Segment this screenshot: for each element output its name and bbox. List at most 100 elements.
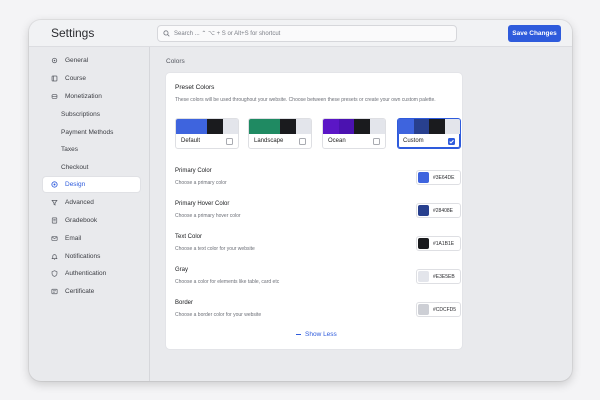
- preset-default[interactable]: Default: [175, 118, 239, 149]
- sidebar-item-notifications[interactable]: Notifications: [43, 249, 140, 264]
- sidebar-item-label: Advanced: [65, 199, 94, 206]
- sidebar-item-monetization[interactable]: Monetization: [43, 89, 140, 104]
- color-hex: #E3E5EB: [433, 273, 455, 280]
- primary-hover-color-picker[interactable]: #28408E: [416, 203, 461, 218]
- save-changes-button[interactable]: Save Changes: [508, 25, 561, 42]
- swatch: [191, 119, 207, 134]
- sidebar-item-label: Certificate: [65, 288, 95, 295]
- text-color-title: Text Color: [175, 234, 203, 240]
- primary-hover-color-title: Primary Hover Color: [175, 201, 230, 207]
- preset-name: Default: [181, 138, 201, 144]
- border-color-desc: Choose a border color for your website: [175, 312, 262, 318]
- border-color-picker[interactable]: #CDCFD5: [416, 302, 461, 317]
- sidebar: General Course Monetization Subscription…: [29, 47, 150, 381]
- palette-icon: [49, 181, 59, 188]
- gray-color-title: Gray: [175, 267, 189, 273]
- sidebar-item-label: Payment Methods: [61, 129, 114, 136]
- bell-icon: [49, 253, 59, 260]
- app-window: Settings Search ... ⌃ ⌥ + S or Alt+S for…: [29, 20, 572, 381]
- sidebar-item-certificate[interactable]: Certificate: [43, 284, 140, 299]
- swatch: [249, 119, 265, 134]
- sidebar-item-subscriptions[interactable]: Subscriptions: [43, 107, 140, 122]
- primary-color-picker[interactable]: #3E64DE: [416, 170, 461, 185]
- color-chip: [418, 172, 429, 183]
- swatch: [295, 119, 311, 134]
- sidebar-item-advanced[interactable]: Advanced: [43, 195, 140, 210]
- sidebar-item-label: Checkout: [61, 164, 89, 171]
- page-title: Settings: [51, 26, 95, 40]
- color-chip: [418, 238, 429, 249]
- gear-icon: [49, 57, 59, 64]
- swatch: [280, 119, 296, 134]
- swatch: [207, 119, 223, 134]
- swatch: [264, 119, 280, 134]
- preset-swatches: [249, 119, 311, 134]
- preset-custom[interactable]: Custom: [397, 118, 461, 149]
- sidebar-item-label: Gradebook: [65, 217, 98, 224]
- swatch: [369, 119, 385, 134]
- sidebar-item-label: Email: [65, 235, 82, 242]
- text-color-desc: Choose a text color for your website: [175, 246, 255, 252]
- sidebar-item-label: Subscriptions: [61, 111, 101, 118]
- filter-icon: [49, 199, 59, 206]
- sidebar-item-design[interactable]: Design: [43, 177, 140, 192]
- preset-checkbox-checked[interactable]: [448, 138, 455, 145]
- search-input[interactable]: Search ... ⌃ ⌥ + S or Alt+S for shortcut: [157, 25, 457, 42]
- preset-swatches: [176, 119, 238, 134]
- preset-landscape[interactable]: Landscape: [248, 118, 312, 149]
- preset-checkbox[interactable]: [226, 138, 233, 145]
- swatch: [176, 119, 192, 134]
- sidebar-item-label: Design: [65, 181, 86, 188]
- color-chip: [418, 271, 429, 282]
- swatch: [444, 119, 460, 134]
- text-color-picker[interactable]: #1A1B1E: [416, 236, 461, 251]
- primary-color-title: Primary Color: [175, 168, 212, 174]
- swatch: [338, 119, 354, 134]
- minus-icon: [296, 333, 301, 336]
- preset-colors-description: These colors will be used throughout you…: [175, 97, 436, 103]
- color-chip: [418, 205, 429, 216]
- sidebar-item-payment-methods[interactable]: Payment Methods: [43, 125, 140, 140]
- color-hex: #CDCFD5: [433, 306, 457, 313]
- preset-swatches: [323, 119, 385, 134]
- show-less-label: Show Less: [305, 331, 337, 338]
- certificate-icon: [49, 288, 59, 295]
- top-bar: Settings Search ... ⌃ ⌥ + S or Alt+S for…: [29, 20, 572, 47]
- preset-ocean[interactable]: Ocean: [322, 118, 386, 149]
- color-hex: #3E64DE: [433, 174, 455, 181]
- colors-card: Preset Colors These colors will be used …: [166, 73, 462, 349]
- sidebar-item-authentication[interactable]: Authentication: [43, 266, 140, 281]
- sidebar-item-label: General: [65, 57, 89, 64]
- sidebar-item-label: Notifications: [65, 253, 101, 260]
- swatch: [398, 119, 414, 134]
- search-icon: [163, 30, 170, 37]
- book-icon: [49, 75, 59, 82]
- sidebar-item-course[interactable]: Course: [43, 71, 140, 86]
- primary-color-desc: Choose a primary color: [175, 180, 227, 186]
- sidebar-item-gradebook[interactable]: Gradebook: [43, 213, 140, 228]
- preset-name: Landscape: [254, 138, 284, 144]
- swatch: [429, 119, 445, 134]
- preset-checkbox[interactable]: [299, 138, 306, 145]
- email-icon: [49, 235, 59, 242]
- gray-color-picker[interactable]: #E3E5EB: [416, 269, 461, 284]
- swatch: [323, 119, 339, 134]
- preset-name: Ocean: [328, 138, 346, 144]
- preset-checkbox[interactable]: [373, 138, 380, 145]
- show-less-button[interactable]: Show Less: [296, 331, 337, 338]
- preset-colors-title: Preset Colors: [175, 84, 215, 91]
- gradebook-icon: [49, 217, 59, 224]
- search-placeholder: Search ... ⌃ ⌥ + S or Alt+S for shortcut: [174, 31, 281, 37]
- color-hex: #28408E: [433, 207, 454, 214]
- sidebar-item-taxes[interactable]: Taxes: [43, 142, 140, 157]
- sidebar-item-label: Monetization: [65, 93, 102, 100]
- color-hex: #1A1B1E: [433, 240, 455, 247]
- border-color-title: Border: [175, 300, 194, 306]
- sidebar-item-checkout[interactable]: Checkout: [43, 160, 140, 175]
- sidebar-item-label: Taxes: [61, 146, 78, 153]
- sidebar-item-email[interactable]: Email: [43, 231, 140, 246]
- gray-color-desc: Choose a color for elements like table, …: [175, 279, 280, 285]
- sidebar-item-general[interactable]: General: [43, 53, 140, 68]
- sidebar-item-label: Authentication: [65, 270, 107, 277]
- check-icon: [449, 139, 454, 144]
